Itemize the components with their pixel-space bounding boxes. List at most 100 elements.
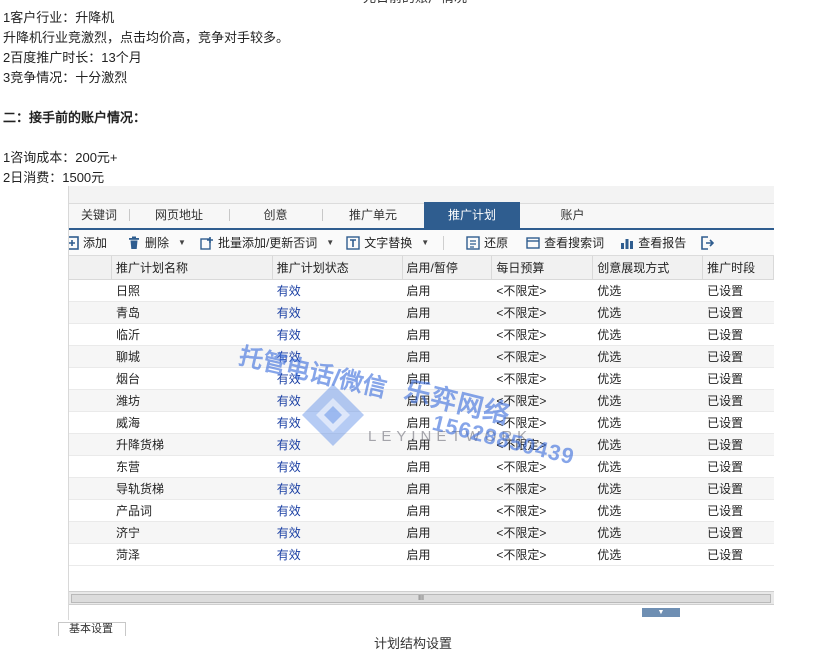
campaign-status-cell: 有效 [276,482,301,496]
tab-urls[interactable]: 网页地址 [129,202,229,228]
table-row[interactable]: 聊城 有效 启用 <不限定> 优选 已设置 [69,346,774,368]
article-text: 兄日前的账户情况 1客户行业：升降机 升降机行业竞激烈，点击均价高，竞争对手较多… [3,0,823,188]
header-checkbox-col[interactable] [69,256,112,279]
table-row[interactable]: 菏泽 有效 启用 <不限定> 优选 已设置 [69,544,774,566]
delete-button[interactable]: 删除 ▼ [127,230,186,256]
creative-display-cell: 优选 [597,482,622,496]
enable-pause-cell: 启用 [406,394,431,408]
table-header: 推广计划名称 推广计划状态 启用/暂停 每日预算 创意展现方式 推广时段 [69,256,774,280]
schedule-cell: 已设置 [707,394,744,408]
schedule-cell: 已设置 [707,328,744,342]
creative-display-cell: 优选 [597,394,622,408]
tab-bar: 关键词 网页地址 创意 推广单元 推广计划 账户 [69,202,774,230]
table-row[interactable]: 日照 有效 启用 <不限定> 优选 已设置 [69,280,774,302]
enable-pause-cell: 启用 [406,526,431,540]
table-row[interactable]: 威海 有效 启用 <不限定> 优选 已设置 [69,412,774,434]
enable-pause-cell: 启用 [406,350,431,364]
enable-pause-cell: 启用 [406,284,431,298]
horizontal-scrollbar[interactable]: III [69,591,774,605]
schedule-cell: 已设置 [707,416,744,430]
batch-negative-button[interactable]: 批量添加/更新否词 ▼ [200,230,334,256]
daily-budget-cell: <不限定> [496,548,547,562]
campaign-name-cell: 威海 [115,416,140,430]
row-select-cell[interactable] [69,412,112,433]
tab-account[interactable]: 账户 [520,202,625,228]
bar-chart-icon [621,238,634,249]
campaign-name-cell: 聊城 [115,350,140,364]
creative-display-cell: 优选 [597,438,622,452]
tab-keywords[interactable]: 关键词 [69,202,129,228]
batch-add-icon [200,236,213,250]
campaign-status-cell: 有效 [276,416,301,430]
campaign-name-cell: 烟台 [115,372,140,386]
creative-display-cell: 优选 [597,416,622,430]
view-search-terms-button[interactable]: 查看搜索词 [526,230,604,256]
enable-pause-cell: 启用 [406,416,431,430]
collapse-arrow-icon[interactable]: ▼ [642,608,680,617]
enable-pause-cell: 启用 [406,504,431,518]
chevron-down-icon[interactable]: ▼ [178,238,186,247]
section-title: 二：接手前的账户情况： [3,110,147,125]
chevron-down-icon[interactable]: ▼ [421,238,429,247]
table-row[interactable]: 东营 有效 启用 <不限定> 优选 已设置 [69,456,774,478]
header-campaign-status[interactable]: 推广计划状态 [273,256,403,279]
chevron-down-icon[interactable]: ▼ [326,238,334,247]
view-report-button[interactable]: 查看报告 [620,230,686,256]
daily-budget-cell: <不限定> [496,328,547,342]
tab-ad-units[interactable]: 推广单元 [322,202,424,228]
campaign-name-cell: 济宁 [115,526,140,540]
header-schedule[interactable]: 推广时段 [703,256,774,279]
daily-budget-cell: <不限定> [496,372,547,386]
row-select-cell[interactable] [69,456,112,477]
table-row[interactable]: 产品词 有效 启用 <不限定> 优选 已设置 [69,500,774,522]
header-daily-budget[interactable]: 每日预算 [492,256,594,279]
campaign-status-cell: 有效 [276,460,301,474]
row-select-cell[interactable] [69,544,112,565]
trash-icon [129,236,140,249]
header-creative-display[interactable]: 创意展现方式 [593,256,704,279]
table-row[interactable]: 导轨货梯 有效 启用 <不限定> 优选 已设置 [69,478,774,500]
row-select-cell[interactable] [69,522,112,543]
creative-display-cell: 优选 [597,526,622,540]
row-select-cell[interactable] [69,346,112,367]
campaign-name-cell: 菏泽 [115,548,140,562]
article-line: 3竞争情况：十分激烈 [3,70,128,85]
row-select-cell[interactable] [69,434,112,455]
daily-budget-cell: <不限定> [496,350,547,364]
tab-campaigns[interactable]: 推广计划 [424,202,520,228]
table-row[interactable]: 升降货梯 有效 启用 <不限定> 优选 已设置 [69,434,774,456]
daily-budget-cell: <不限定> [496,526,547,540]
toolbar-divider [443,235,445,250]
tab-creatives[interactable]: 创意 [229,202,322,228]
row-select-cell[interactable] [69,280,112,301]
table-row[interactable]: 烟台 有效 启用 <不限定> 优选 已设置 [69,368,774,390]
stat-line: 2日消费：1500元 [3,170,105,185]
text-replace-icon [346,235,360,250]
table-row[interactable]: 潍坊 有效 启用 <不限定> 优选 已设置 [69,390,774,412]
row-select-cell[interactable] [69,478,112,499]
header-campaign-name[interactable]: 推广计划名称 [112,256,273,279]
creative-display-cell: 优选 [597,460,622,474]
enable-pause-cell: 启用 [406,548,431,562]
export-button[interactable] [700,230,718,256]
row-select-cell[interactable] [69,324,112,345]
row-select-cell[interactable] [69,500,112,521]
header-enable-pause[interactable]: 启用/暂停 [403,256,493,279]
scrollbar-thumb[interactable]: III [71,594,771,603]
article-line: 2百度推广时长：13个月 [3,50,142,65]
campaign-status-cell: 有效 [276,504,301,518]
row-select-cell[interactable] [69,302,112,323]
creative-display-cell: 优选 [597,328,622,342]
campaign-status-cell: 有效 [276,372,301,386]
add-button[interactable]: 添加 [69,230,107,256]
campaign-name-cell: 潍坊 [115,394,140,408]
restore-button[interactable]: 还原 [466,230,508,256]
text-replace-button[interactable]: 文字替换 ▼ [346,230,429,256]
campaign-status-cell: 有效 [276,438,301,452]
campaign-status-cell: 有效 [276,284,301,298]
row-select-cell[interactable] [69,390,112,411]
table-row[interactable]: 临沂 有效 启用 <不限定> 优选 已设置 [69,324,774,346]
row-select-cell[interactable] [69,368,112,389]
table-row[interactable]: 青岛 有效 启用 <不限定> 优选 已设置 [69,302,774,324]
table-row[interactable]: 济宁 有效 启用 <不限定> 优选 已设置 [69,522,774,544]
